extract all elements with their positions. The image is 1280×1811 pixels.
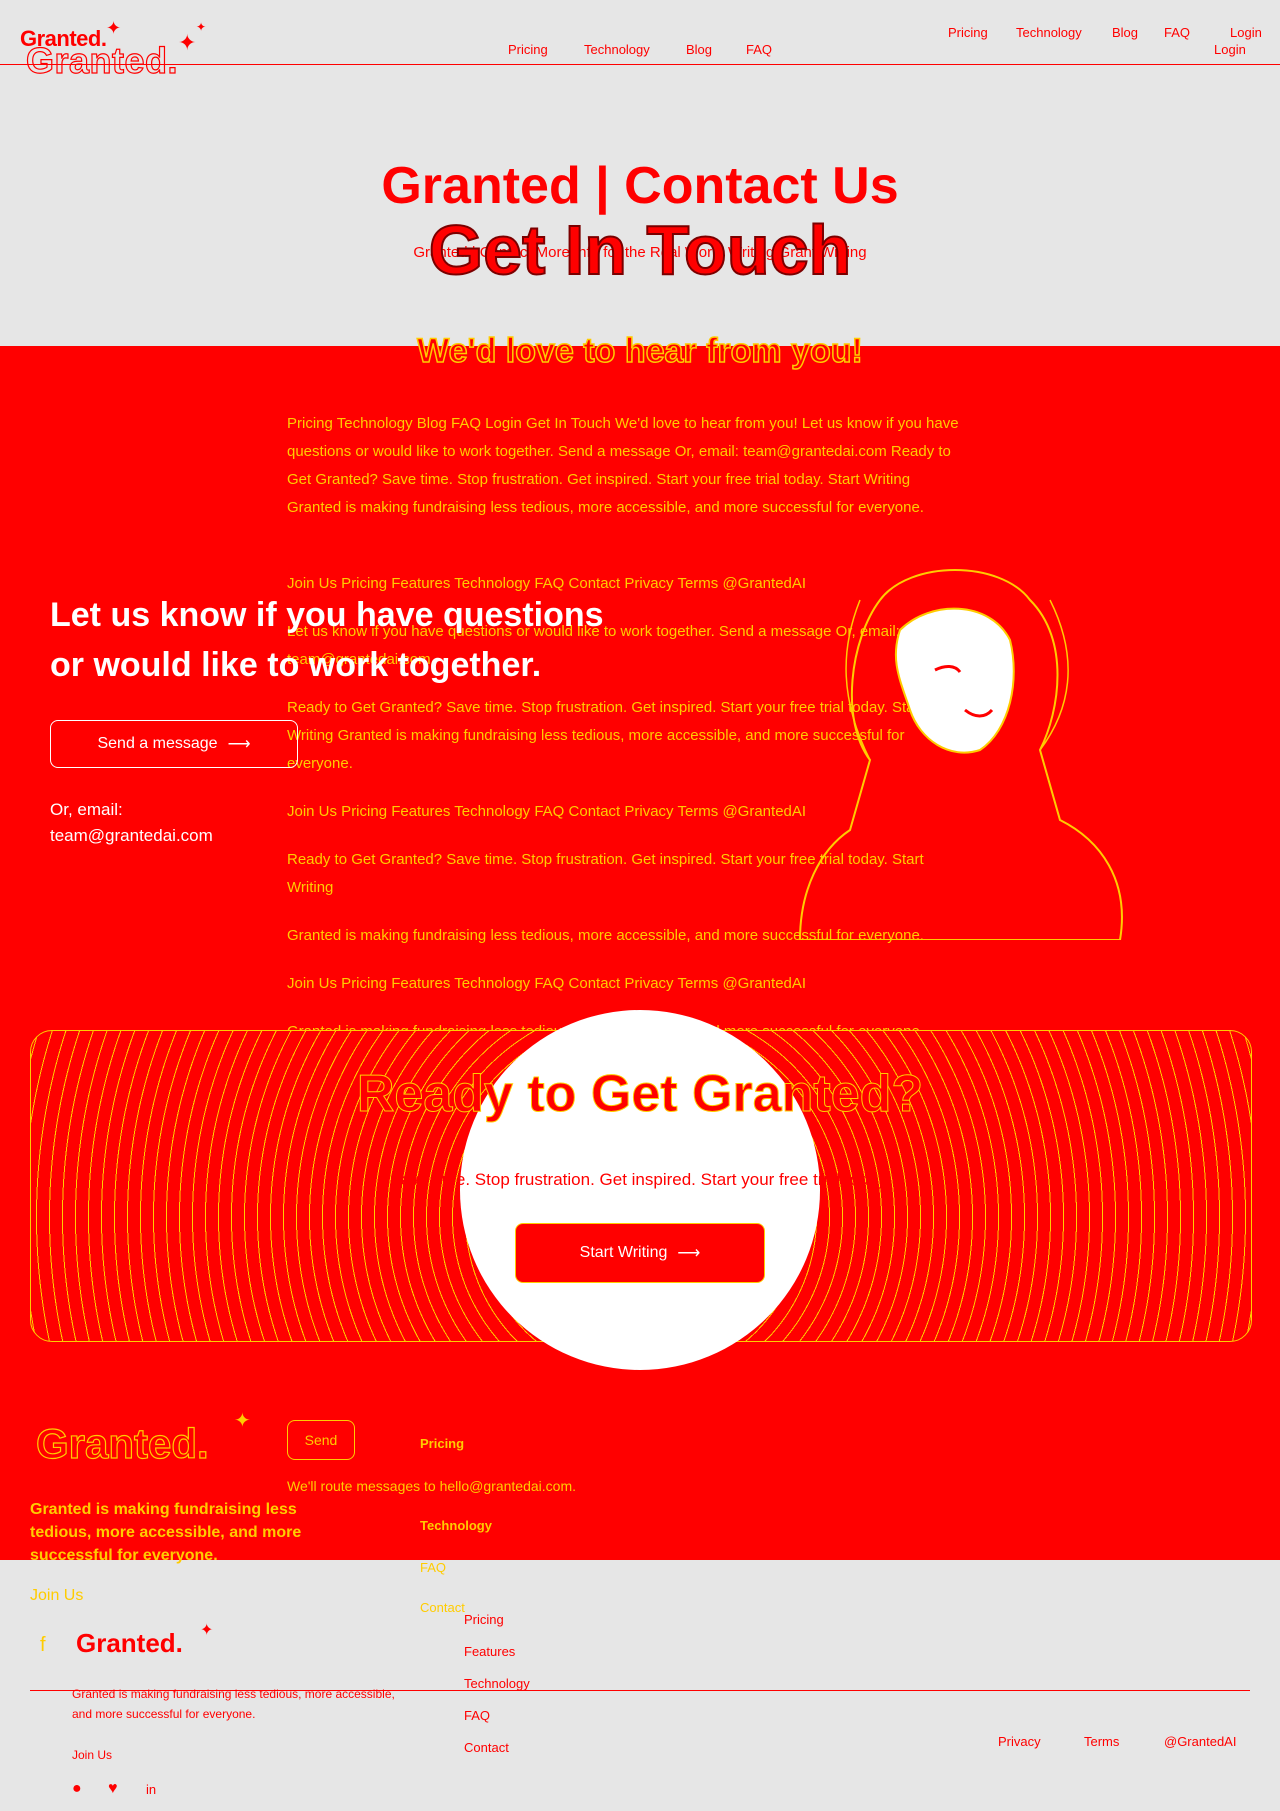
twitter-icon[interactable]: ♥ (108, 1780, 118, 1798)
nav-right-login[interactable]: Login (1230, 25, 1262, 40)
facebook-icon[interactable]: f (40, 1634, 46, 1657)
linkedin-icon[interactable]: in (146, 1782, 156, 1797)
footer-tagline: Granted is making fundraising less tedio… (30, 1501, 302, 1564)
nav-right-faq[interactable]: FAQ (1164, 25, 1190, 40)
send-button[interactable]: Send (287, 1420, 355, 1460)
overlay-text: Pricing Technology Blog FAQ Login Get In… (287, 415, 959, 516)
send-message-button[interactable]: Send a message ⟶ (50, 720, 298, 768)
footer-logo[interactable]: Granted. (35, 1419, 209, 1468)
overlay-text: Join Us Pricing Features Technology FAQ … (287, 975, 807, 992)
send-message-label: Send a message (97, 735, 218, 752)
nav-right-pricing[interactable]: Pricing (948, 25, 988, 40)
page-title: Granted | Contact Us (381, 157, 899, 215)
bottom-link-faq[interactable]: FAQ (464, 1708, 490, 1723)
nav-pricing[interactable]: Pricing (508, 42, 548, 57)
contact-heading-line2: or would like to work together. (50, 646, 542, 684)
footer-link-faq[interactable]: FAQ (420, 1560, 446, 1575)
sparkle-icon: ✦ (196, 20, 207, 34)
hero-tagline: We'd love to hear from you! (416, 331, 863, 371)
bottom-logo[interactable]: Granted. (76, 1628, 183, 1659)
bottom-tagline: Granted is making fundraising less tedio… (72, 1687, 395, 1721)
person-illustration (798, 569, 1123, 940)
login-link[interactable]: Login (1214, 42, 1246, 57)
sparkle-icon: ✦ (234, 1410, 251, 1432)
cta-title: Ready to Get Granted? (356, 1065, 924, 1124)
contact-heading-line1: Let us know if you have questions (50, 596, 604, 634)
route-note: We'll route messages to hello@grantedai.… (287, 1478, 576, 1494)
nav-faq[interactable]: FAQ (746, 42, 772, 57)
terms-link[interactable]: Terms (1084, 1734, 1119, 1749)
start-writing-label: Start Writing (579, 1244, 668, 1261)
arrow-right-icon: ⟶ (677, 1245, 701, 1262)
bottom-link-features[interactable]: Features (464, 1644, 515, 1659)
email-link[interactable]: team@grantedai.com (50, 826, 213, 846)
nav-technology[interactable]: Technology (584, 42, 650, 57)
privacy-link[interactable]: Privacy (998, 1734, 1041, 1749)
bottom-join-label: Join Us (72, 1748, 113, 1762)
bottom-link-technology[interactable]: Technology (464, 1676, 530, 1691)
contact-heading: Let us know if you have questions or wou… (50, 590, 650, 690)
logo[interactable]: Granted. (25, 39, 178, 82)
red-band (0, 346, 1280, 1560)
nav-blog[interactable]: Blog (686, 42, 712, 57)
nav-right-blog[interactable]: Blog (1112, 25, 1138, 40)
footer-join-label: Join Us (30, 1587, 84, 1604)
bottom-link-pricing[interactable]: Pricing (464, 1612, 504, 1627)
cta-subtitle: Save time. Stop frustration. Get inspire… (389, 1170, 891, 1189)
footer-link-contact[interactable]: Contact (420, 1600, 465, 1615)
start-writing-button[interactable]: Start Writing ⟶ (515, 1223, 765, 1283)
arrow-right-icon: ⟶ (227, 736, 251, 753)
send-label: Send (304, 1432, 338, 1448)
hero-heading: Get In Touch (428, 210, 853, 290)
handle-link[interactable]: @GrantedAI (1164, 1734, 1236, 1749)
header-divider (0, 64, 1280, 65)
sparkle-icon: ✦ (200, 1622, 214, 1639)
bottom-link-contact[interactable]: Contact (464, 1740, 509, 1755)
footer-link-pricing[interactable]: Pricing (420, 1436, 464, 1451)
sparkle-icon: ✦ (106, 18, 122, 38)
nav-right-technology[interactable]: Technology (1016, 25, 1082, 40)
footer-link-technology[interactable]: Technology (420, 1518, 492, 1533)
facebook-icon[interactable]: ● (72, 1780, 82, 1798)
sparkle-icon: ✦ (178, 30, 197, 55)
email-label: Or, email: (50, 800, 123, 819)
